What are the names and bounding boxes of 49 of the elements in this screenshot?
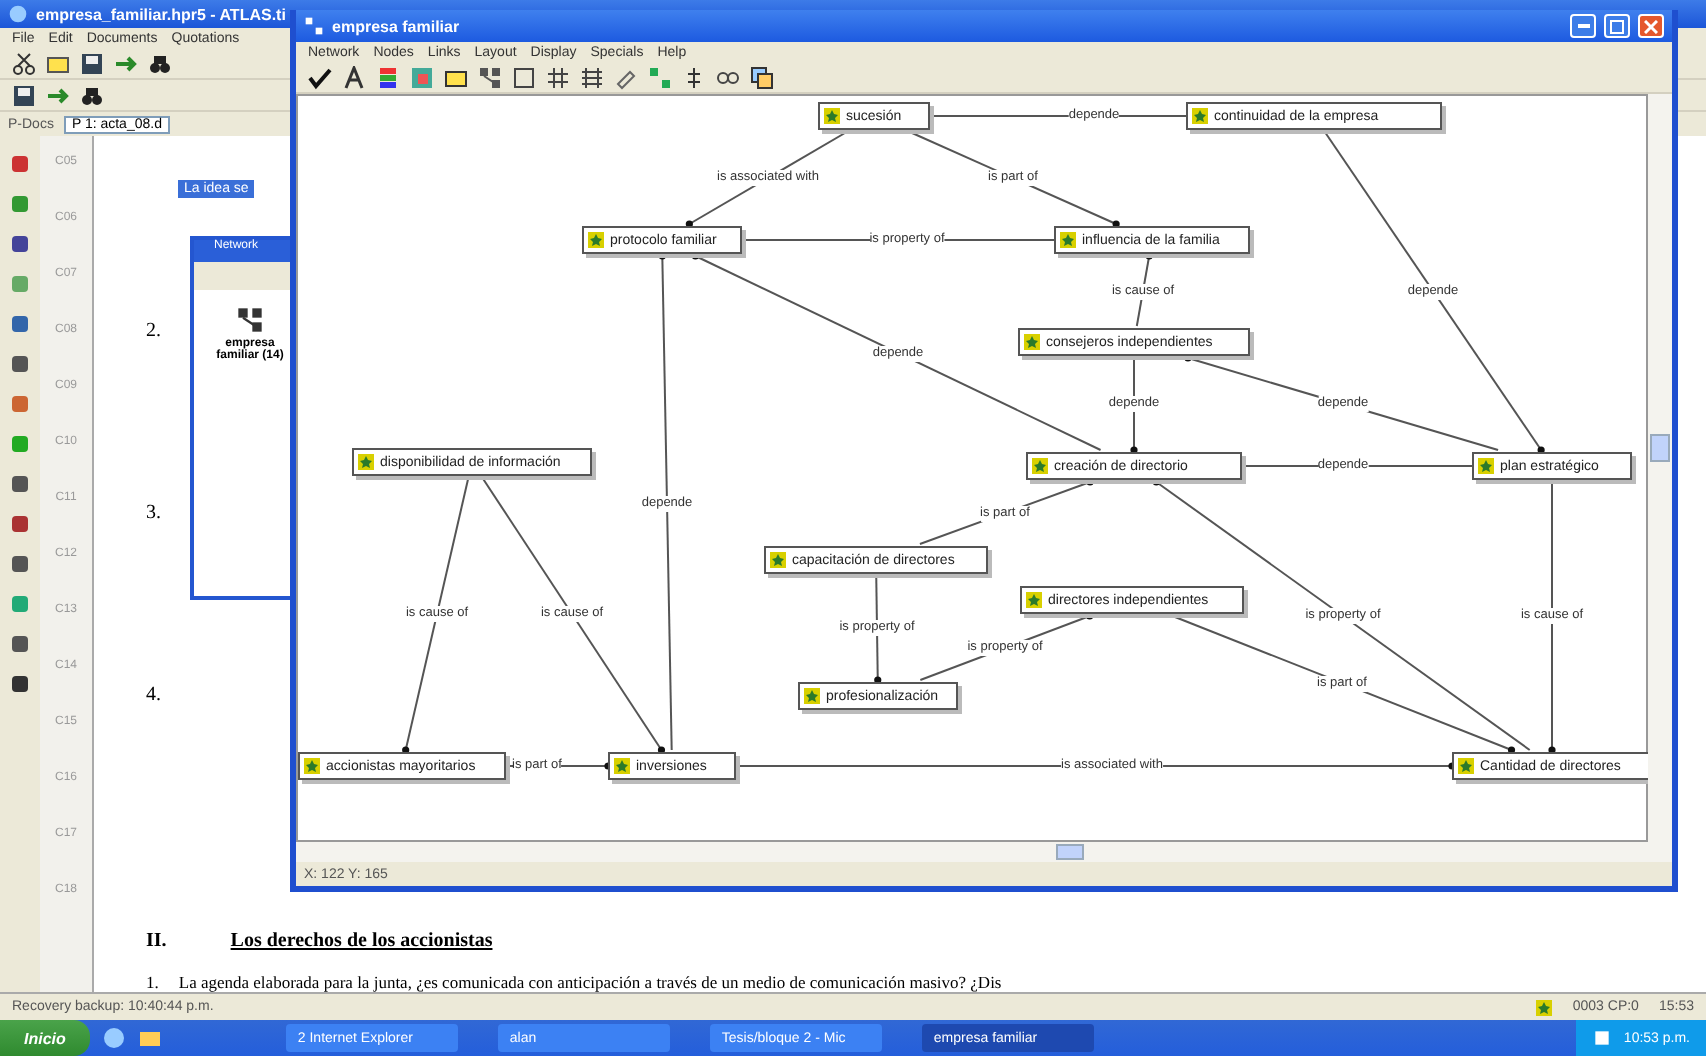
code-icon xyxy=(1026,592,1042,608)
app-icon xyxy=(8,4,28,24)
minimize-button[interactable] xyxy=(1570,14,1596,38)
paragraph-number: 1. xyxy=(146,972,159,992)
vertical-scrollbar[interactable] xyxy=(1648,94,1672,842)
section-number: II. xyxy=(146,930,167,952)
close-icon xyxy=(1644,19,1658,33)
paragraph: La agenda elaborada para la junta, ¿es comunicada con anticipación a través de un medio de comunicación masivo? ¿Dis xyxy=(178,972,1002,992)
close-button[interactable] xyxy=(1638,14,1664,38)
minimize-icon xyxy=(1577,24,1589,28)
window-title: empresa_familiar.hpr5 - ATLAS.ti xyxy=(36,5,286,23)
code-icon xyxy=(304,758,320,774)
code-icon xyxy=(588,232,604,248)
code-icon xyxy=(824,108,840,124)
item-number: 3. xyxy=(146,502,161,524)
code-icon xyxy=(1458,758,1474,774)
code-icon xyxy=(1192,108,1208,124)
palette-icon[interactable] xyxy=(410,65,434,89)
frame-icon[interactable] xyxy=(512,65,536,89)
copy-icon[interactable] xyxy=(750,65,774,89)
horizontal-scrollbar[interactable] xyxy=(296,842,1672,862)
color-bars-icon[interactable] xyxy=(376,65,400,89)
maximize-icon xyxy=(1610,19,1624,33)
code-icon xyxy=(358,454,374,470)
code-icon xyxy=(804,688,820,704)
code-icon xyxy=(770,552,786,568)
browser-icon[interactable] xyxy=(101,1026,126,1050)
code-icon xyxy=(1060,232,1076,248)
code-icon xyxy=(1478,458,1494,474)
item-number: 2. xyxy=(146,320,161,342)
folder-icon[interactable] xyxy=(137,1026,162,1050)
code-icon xyxy=(1032,458,1048,474)
code-icon xyxy=(1536,999,1553,1015)
code-icon xyxy=(614,758,630,774)
binoculars-icon[interactable] xyxy=(148,51,172,75)
stack-icon[interactable] xyxy=(682,65,706,89)
maximize-button[interactable] xyxy=(1604,14,1630,38)
window-title: empresa familiar xyxy=(332,17,460,35)
nodes-icon[interactable] xyxy=(478,65,502,89)
start-button[interactable]: Inicio xyxy=(0,1020,90,1056)
tray-icon xyxy=(1591,1028,1612,1048)
item-number: 4. xyxy=(146,684,161,706)
scissors-icon[interactable] xyxy=(12,51,36,75)
section-title: Los derechos de los accionistas xyxy=(230,930,493,952)
code-icon xyxy=(1024,334,1040,350)
network-icon xyxy=(304,16,324,36)
binoculars-icon[interactable] xyxy=(80,83,104,107)
network-icon xyxy=(236,306,264,334)
eraser-icon[interactable] xyxy=(614,65,638,89)
